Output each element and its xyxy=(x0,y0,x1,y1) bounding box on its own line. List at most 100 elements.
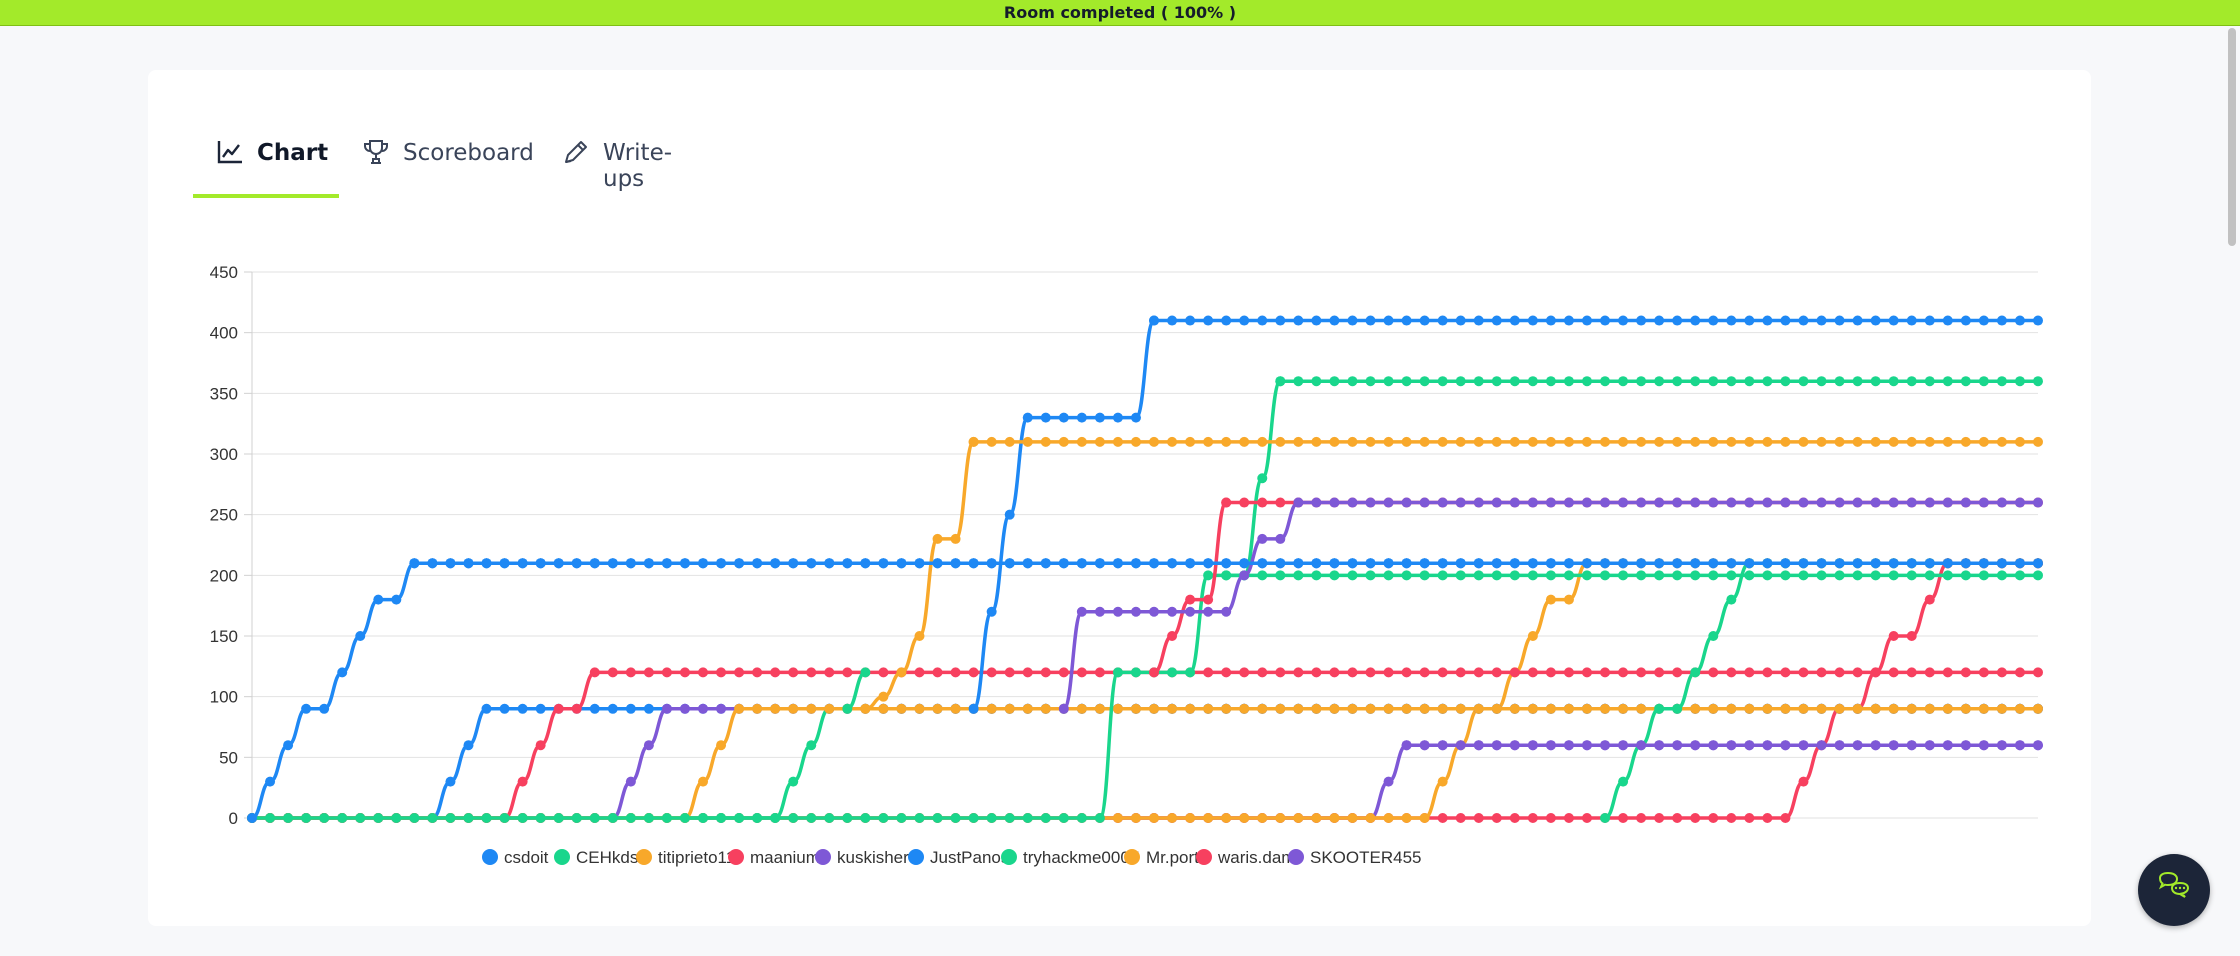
data-point[interactable] xyxy=(1509,813,1520,823)
data-point[interactable] xyxy=(1437,740,1448,751)
data-point[interactable] xyxy=(1581,376,1592,387)
data-point[interactable] xyxy=(734,558,745,569)
data-point[interactable] xyxy=(1004,509,1015,520)
data-point[interactable] xyxy=(1978,436,1989,447)
data-point[interactable] xyxy=(1004,436,1015,447)
data-point[interactable] xyxy=(1311,497,1322,508)
data-point[interactable] xyxy=(1473,558,1484,569)
data-point[interactable] xyxy=(1636,436,1647,447)
data-point[interactable] xyxy=(1058,558,1069,569)
data-point[interactable] xyxy=(1473,376,1484,387)
data-point[interactable] xyxy=(1996,703,2007,714)
data-point[interactable] xyxy=(625,813,636,823)
data-point[interactable] xyxy=(1311,558,1322,569)
data-point[interactable] xyxy=(860,703,871,714)
data-point[interactable] xyxy=(1509,315,1520,326)
data-point[interactable] xyxy=(1744,436,1755,447)
data-point[interactable] xyxy=(499,703,510,714)
data-point[interactable] xyxy=(968,703,979,714)
data-point[interactable] xyxy=(1618,315,1629,326)
data-point[interactable] xyxy=(1942,703,1953,714)
data-point[interactable] xyxy=(1527,570,1538,581)
data-point[interactable] xyxy=(1329,703,1340,714)
data-point[interactable] xyxy=(1690,703,1701,714)
data-point[interactable] xyxy=(1167,703,1178,714)
data-point[interactable] xyxy=(986,667,997,678)
data-point[interactable] xyxy=(1978,376,1989,387)
data-point[interactable] xyxy=(1130,813,1141,823)
data-point[interactable] xyxy=(679,667,690,678)
data-point[interactable] xyxy=(1545,594,1556,605)
data-point[interactable] xyxy=(643,558,654,569)
data-point[interactable] xyxy=(806,703,817,714)
data-point[interactable] xyxy=(1221,667,1232,678)
data-point[interactable] xyxy=(878,703,889,714)
data-point[interactable] xyxy=(1654,813,1665,823)
data-point[interactable] xyxy=(1870,376,1881,387)
data-point[interactable] xyxy=(1960,703,1971,714)
data-point[interactable] xyxy=(1834,376,1845,387)
data-point[interactable] xyxy=(1563,436,1574,447)
data-point[interactable] xyxy=(1401,558,1412,569)
data-point[interactable] xyxy=(1221,570,1232,581)
data-point[interactable] xyxy=(1726,315,1737,326)
legend-item-tryhackme0007[interactable]: tryhackme0007 xyxy=(1001,848,1139,867)
data-point[interactable] xyxy=(1545,558,1556,569)
data-point[interactable] xyxy=(1924,570,1935,581)
data-point[interactable] xyxy=(896,813,907,823)
data-point[interactable] xyxy=(1798,776,1809,787)
data-point[interactable] xyxy=(265,776,276,787)
data-point[interactable] xyxy=(1167,436,1178,447)
data-point[interactable] xyxy=(2014,376,2025,387)
data-point[interactable] xyxy=(1563,594,1574,605)
data-point[interactable] xyxy=(1545,436,1556,447)
data-point[interactable] xyxy=(1960,315,1971,326)
data-point[interactable] xyxy=(1347,558,1358,569)
legend-item-titiprieto11[interactable]: titiprieto11 xyxy=(636,848,735,867)
data-point[interactable] xyxy=(860,813,871,823)
data-point[interactable] xyxy=(1437,570,1448,581)
data-point[interactable] xyxy=(1076,667,1087,678)
data-point[interactable] xyxy=(1618,558,1629,569)
data-point[interactable] xyxy=(1203,703,1214,714)
data-point[interactable] xyxy=(1112,558,1123,569)
tab-chart[interactable]: Chart xyxy=(193,122,339,198)
data-point[interactable] xyxy=(1130,436,1141,447)
data-point[interactable] xyxy=(1654,315,1665,326)
data-point[interactable] xyxy=(770,813,781,823)
data-point[interactable] xyxy=(1816,570,1827,581)
data-point[interactable] xyxy=(1906,436,1917,447)
data-point[interactable] xyxy=(1834,315,1845,326)
data-point[interactable] xyxy=(968,813,979,823)
data-point[interactable] xyxy=(1780,813,1791,823)
tab-write-ups[interactable]: Write-ups xyxy=(561,122,711,194)
data-point[interactable] xyxy=(1762,497,1773,508)
data-point[interactable] xyxy=(2033,376,2043,387)
data-point[interactable] xyxy=(1419,376,1430,387)
data-point[interactable] xyxy=(1185,813,1196,823)
data-point[interactable] xyxy=(1076,558,1087,569)
data-point[interactable] xyxy=(1978,667,1989,678)
data-point[interactable] xyxy=(896,558,907,569)
data-point[interactable] xyxy=(1239,497,1250,508)
legend-item-waris.dam[interactable]: waris.dam xyxy=(1196,848,1295,867)
data-point[interactable] xyxy=(1780,703,1791,714)
data-point[interactable] xyxy=(1816,376,1827,387)
data-point[interactable] xyxy=(1708,740,1719,751)
data-point[interactable] xyxy=(1654,667,1665,678)
data-point[interactable] xyxy=(1419,667,1430,678)
data-point[interactable] xyxy=(1978,570,1989,581)
data-point[interactable] xyxy=(625,703,636,714)
data-point[interactable] xyxy=(698,813,709,823)
data-point[interactable] xyxy=(1744,497,1755,508)
data-point[interactable] xyxy=(1167,558,1178,569)
data-point[interactable] xyxy=(716,813,727,823)
data-point[interactable] xyxy=(1762,740,1773,751)
data-point[interactable] xyxy=(1672,667,1683,678)
data-point[interactable] xyxy=(589,703,600,714)
data-point[interactable] xyxy=(1780,376,1791,387)
data-point[interactable] xyxy=(1545,315,1556,326)
data-point[interactable] xyxy=(463,558,474,569)
data-point[interactable] xyxy=(1257,813,1268,823)
data-point[interactable] xyxy=(716,703,727,714)
